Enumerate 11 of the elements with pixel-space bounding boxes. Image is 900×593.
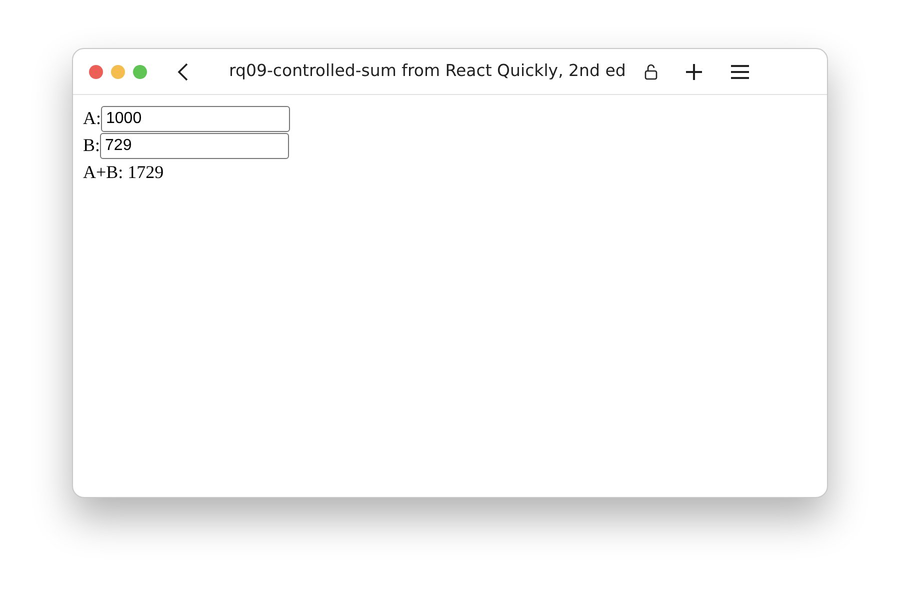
new-tab-icon[interactable] bbox=[684, 62, 703, 80]
field-label: A: bbox=[83, 107, 101, 130]
lock-icon[interactable] bbox=[644, 64, 658, 80]
close-button[interactable] bbox=[89, 64, 103, 78]
input-field[interactable]: 729 bbox=[100, 132, 290, 158]
back-icon[interactable] bbox=[177, 62, 189, 82]
window-title: rq09-controlled-sum from React Quickly, 2nd ed bbox=[229, 60, 626, 82]
field-label: B: bbox=[83, 134, 100, 157]
sum-result: A+B: 1729 bbox=[83, 161, 164, 184]
input-field[interactable]: 1000 bbox=[101, 106, 290, 132]
menu-icon[interactable] bbox=[730, 64, 749, 80]
